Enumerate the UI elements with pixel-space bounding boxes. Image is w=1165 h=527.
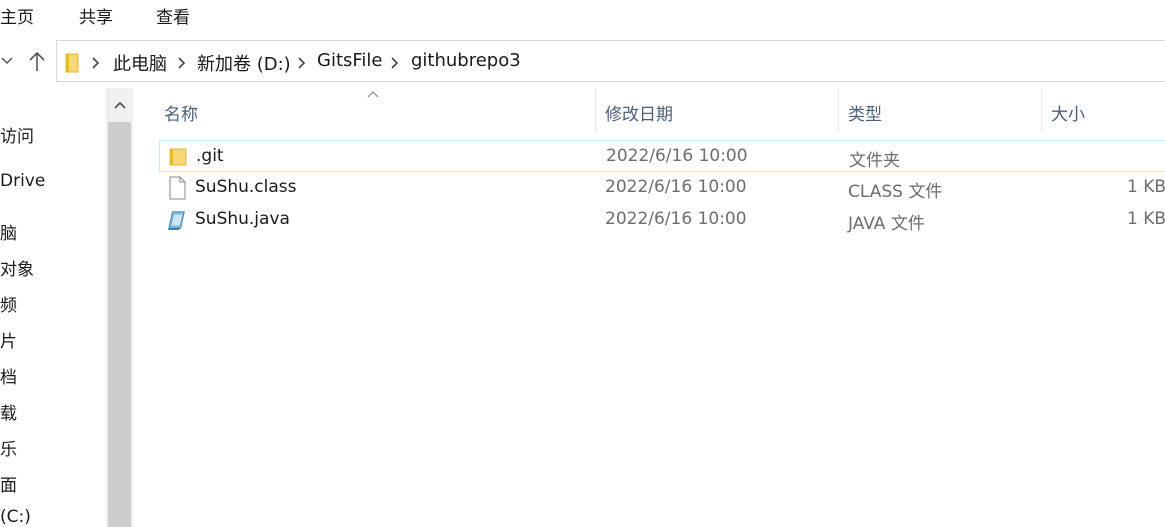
breadcrumb-drive-d[interactable]: 新加卷 (D:) — [197, 50, 291, 76]
column-header-size-label: 大小 — [1051, 105, 1085, 125]
sort-ascending-icon — [367, 91, 379, 98]
file-modified: 2022/6/16 10:00 — [605, 209, 747, 229]
nav-item-downloads[interactable]: 载 — [0, 399, 17, 424]
chevron-right-icon[interactable] — [177, 56, 187, 70]
ribbon: 主页 共享 查看 — [0, 0, 1165, 30]
nav-item-videos[interactable]: 频 — [0, 291, 17, 316]
nav-item-quick-access[interactable]: 访问 — [0, 122, 34, 147]
chevron-up-icon — [113, 101, 126, 109]
column-header-type-label: 类型 — [848, 105, 882, 125]
chevron-right-icon[interactable] — [297, 56, 307, 70]
breadcrumb-this-pc[interactable]: 此电脑 — [113, 50, 167, 76]
nav-item-desktop[interactable]: 面 — [0, 471, 17, 496]
file-name: .git — [196, 146, 224, 166]
nav-pane-scrollbar[interactable] — [106, 88, 133, 527]
tab-share[interactable]: 共享 — [79, 3, 113, 28]
nav-item-this-pc[interactable]: 脑 — [0, 219, 17, 244]
column-header-type[interactable]: 类型 — [839, 88, 1042, 132]
file-row-git[interactable]: .git 2022/6/16 10:00 文件夹 — [159, 140, 1165, 172]
file-modified: 2022/6/16 10:00 — [605, 177, 747, 197]
file-type: CLASS 文件 — [848, 182, 943, 202]
file-list: 名称 修改日期 类型 大小 .git 2022/6/16 10:00 文件夹 S… — [133, 88, 1165, 527]
up-button[interactable] — [26, 50, 48, 72]
column-header-name-label: 名称 — [164, 105, 198, 125]
nav-item-pictures[interactable]: 片 — [0, 327, 17, 352]
navigation-pane: 访问 Drive 脑 对象 频 片 档 载 乐 面 (C:) — [0, 88, 106, 527]
chevron-right-icon — [92, 57, 100, 69]
file-type: JAVA 文件 — [848, 214, 925, 234]
file-row-sushu-class[interactable]: SuShu.class 2022/6/16 10:00 CLASS 文件 1 K… — [159, 172, 1165, 204]
address-bar[interactable]: 此电脑 新加卷 (D:) GitsFile githubrepo3 — [56, 40, 1165, 82]
column-header-name[interactable]: 名称 — [155, 88, 596, 132]
tab-home[interactable]: 主页 — [0, 3, 34, 28]
scroll-thumb[interactable] — [108, 122, 131, 527]
chevron-down-icon — [1, 57, 13, 65]
nav-item-documents[interactable]: 档 — [0, 363, 17, 388]
chevron-right-icon[interactable] — [390, 56, 400, 70]
nav-item-onedrive[interactable]: Drive — [0, 171, 45, 191]
nav-item-music[interactable]: 乐 — [0, 435, 17, 460]
file-modified: 2022/6/16 10:00 — [606, 146, 748, 166]
nav-item-3d-objects[interactable]: 对象 — [0, 255, 34, 280]
breadcrumb-githubrepo3[interactable]: githubrepo3 — [411, 50, 521, 71]
file-name: SuShu.class — [195, 177, 297, 197]
file-explorer-window: 主页 共享 查看 此电脑 新加卷 (D:) GitsFile githubrep… — [0, 0, 1165, 527]
column-header-modified[interactable]: 修改日期 — [596, 88, 839, 132]
file-size: 1 KB — [1127, 177, 1165, 197]
column-header-size[interactable]: 大小 — [1042, 88, 1165, 132]
tab-view[interactable]: 查看 — [156, 3, 190, 28]
java-file-icon — [167, 211, 185, 230]
file-name: SuShu.java — [195, 209, 290, 229]
file-row-sushu-java[interactable]: SuShu.java 2022/6/16 10:00 JAVA 文件 1 KB — [159, 204, 1165, 236]
folder-icon — [169, 148, 187, 166]
file-icon — [169, 176, 186, 200]
file-type: 文件夹 — [849, 151, 900, 171]
column-header-modified-label: 修改日期 — [605, 105, 673, 125]
folder-icon — [65, 53, 79, 73]
breadcrumb-gitsfile[interactable]: GitsFile — [317, 50, 383, 71]
recent-locations-button[interactable] — [0, 50, 14, 72]
file-size: 1 KB — [1127, 209, 1165, 229]
scroll-up-button[interactable] — [106, 88, 133, 122]
arrow-up-icon — [29, 51, 45, 71]
nav-item-drive-c[interactable]: (C:) — [0, 507, 31, 527]
address-row: 此电脑 新加卷 (D:) GitsFile githubrepo3 — [0, 38, 1165, 84]
